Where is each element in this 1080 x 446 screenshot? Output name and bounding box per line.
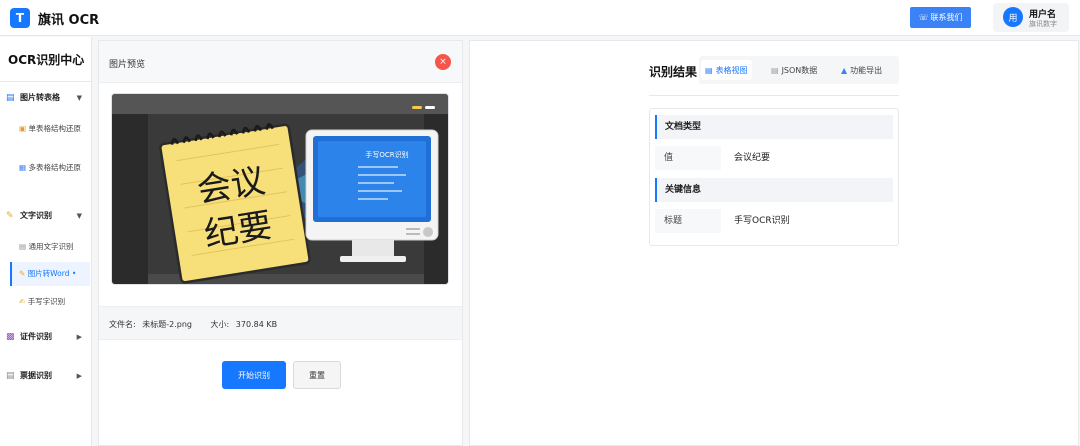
section-heading: 关键信息	[655, 178, 893, 202]
contact-button-label: 联系我们	[930, 13, 963, 22]
row-key: 值	[655, 146, 721, 170]
divider	[0, 81, 92, 82]
sidebar-group-label: 票据识别	[20, 371, 52, 380]
sidebar-item-label: 手写字识别	[27, 297, 66, 306]
file-name: 未标题-2.png	[142, 320, 192, 329]
tab-table-view[interactable]: ▤ 表格视图	[701, 60, 752, 80]
divider	[649, 95, 899, 96]
receipt-icon: ▤	[6, 370, 15, 381]
preview-panel: 图片预览 × 会议 纪要 手写OCR识别 文件名: 未标题-2.png 大小: …	[98, 40, 463, 446]
sidebar-item-label: 单表格结构还原	[28, 124, 81, 133]
sidebar-item-multi-table[interactable]: ▦ 多表格结构还原	[19, 162, 87, 174]
sidebar-item-label: 图片转Word •	[27, 269, 77, 278]
phone-icon: ☏	[918, 13, 929, 22]
sidebar-item-label: 通用文字识别	[28, 242, 74, 251]
table-icon: ▣	[19, 124, 27, 133]
tab-export[interactable]: ▲ 功能导出	[837, 60, 886, 80]
reset-button[interactable]: 重置	[293, 361, 341, 389]
preview-header: 图片预览 ×	[99, 41, 462, 83]
handwriting-icon: ✍	[19, 297, 26, 306]
app-title: 旗讯 OCR	[38, 13, 100, 28]
result-panel: 识别结果 ▤ 表格视图 ▤ JSON数据 ▲ 功能导出 文档类型 值 会议纪要 …	[469, 40, 1079, 446]
sidebar-item-image-to-word-label[interactable]: ✎ 图片转Word •	[19, 268, 76, 279]
sidebar: OCR识别中心 ▤ 图片转表格 ▼ ▣ 单表格结构还原 ▦ 多表格结构还原 ✎ …	[0, 37, 92, 446]
row-value: 手写OCR识别	[734, 216, 790, 226]
image-icon: ▦	[19, 163, 27, 172]
file-size: 370.84 KB	[235, 320, 278, 329]
user-menu[interactable]: 用 用户名 旗讯数字	[993, 3, 1069, 32]
meeting-notes-illustration: 会议 纪要 手写OCR识别	[112, 94, 448, 284]
file-size-label: 大小:	[210, 320, 230, 329]
export-icon: ▲	[841, 65, 848, 75]
contact-button[interactable]: ☏ 联系我们	[910, 7, 971, 28]
avatar: 用	[1003, 7, 1023, 27]
result-table: 文档类型 值 会议纪要 关键信息 标题 手写OCR识别	[649, 108, 899, 246]
row-value: 会议纪要	[734, 153, 771, 163]
tab-label: JSON数据	[781, 65, 818, 75]
sidebar-item-label: 多表格结构还原	[28, 163, 81, 172]
result-title: 识别结果	[649, 65, 698, 79]
sidebar-title: OCR识别中心	[8, 53, 85, 67]
start-recognition-button[interactable]: 开始识别	[222, 361, 286, 389]
sidebar-group-label: 证件识别	[20, 332, 52, 341]
sidebar-group-invoice[interactable]: ▤ 票据识别 ▶	[6, 370, 86, 381]
pencil-icon: ✎	[19, 269, 26, 278]
chevron-right-icon: ▶	[76, 332, 82, 341]
sidebar-group-label: 文字识别	[20, 211, 52, 220]
file-info-bar: 文件名: 未标题-2.png 大小: 370.84 KB	[99, 306, 462, 340]
document-icon: ▤	[19, 242, 27, 251]
sidebar-item-single-table[interactable]: ▣ 单表格结构还原	[19, 123, 87, 135]
top-header: T 旗讯 OCR ☏ 联系我们 用 用户名 旗讯数字	[0, 0, 1080, 36]
file-name-label: 文件名:	[109, 320, 136, 329]
row-key: 标题	[655, 209, 721, 233]
sidebar-group-id[interactable]: ▩ 证件识别 ▶	[6, 331, 86, 342]
sidebar-item-general-text[interactable]: ▤ 通用文字识别	[19, 241, 87, 253]
chevron-down-icon: ▼	[76, 211, 82, 220]
bar-chart-icon: ▤	[705, 65, 713, 75]
preview-image: 会议 纪要 手写OCR识别	[111, 93, 449, 285]
table-row: 标题 手写OCR识别	[655, 209, 893, 233]
document-icon: ▤	[771, 65, 779, 75]
app-logo: T	[10, 8, 30, 28]
tab-label: 表格视图	[715, 65, 748, 75]
close-button[interactable]: ×	[435, 54, 451, 70]
file-info: 文件名: 未标题-2.png 大小: 370.84 KB	[109, 319, 281, 330]
bar-chart-icon: ▤	[6, 92, 15, 103]
preview-title: 图片预览	[109, 60, 146, 70]
result-tabs: ▤ 表格视图 ▤ JSON数据 ▲ 功能导出	[699, 56, 899, 84]
sidebar-group-table[interactable]: ▤ 图片转表格 ▼	[6, 92, 86, 103]
section-heading: 文档类型	[655, 115, 893, 139]
sidebar-item-handwriting[interactable]: ✍ 手写字识别	[19, 296, 87, 308]
table-row: 值 会议纪要	[655, 146, 893, 170]
sidebar-group-label: 图片转表格	[20, 93, 60, 102]
user-org: 旗讯数字	[1029, 20, 1057, 28]
sidebar-group-text[interactable]: ✎ 文字识别 ▼	[6, 210, 86, 221]
tab-label: 功能导出	[850, 65, 883, 75]
pencil-icon: ✎	[6, 210, 14, 221]
monitor-label: 手写OCR识别	[365, 150, 408, 159]
chevron-down-icon: ▼	[76, 93, 82, 102]
chevron-right-icon: ▶	[76, 371, 82, 380]
tab-json[interactable]: ▤ JSON数据	[767, 60, 821, 80]
id-card-icon: ▩	[6, 331, 15, 342]
